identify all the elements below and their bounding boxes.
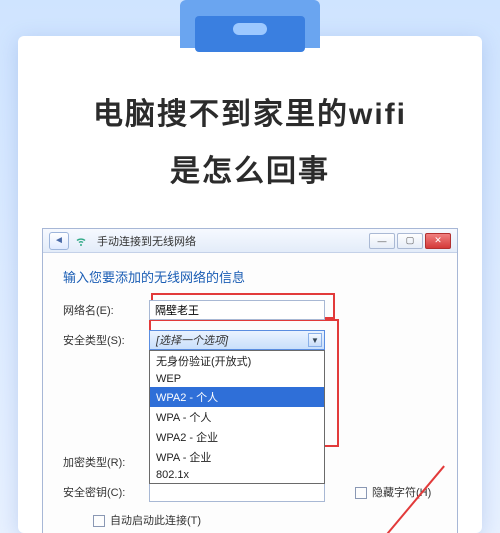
- arrow-left-icon: ◄: [54, 235, 64, 246]
- minimize-icon: —: [378, 236, 387, 246]
- dropdown-option[interactable]: 无身份验证(开放式): [150, 351, 324, 371]
- dropdown-option[interactable]: WPA - 企业: [150, 447, 324, 467]
- security-type-select[interactable]: [选择一个选项] ▼: [149, 330, 325, 350]
- nav-back-button[interactable]: ◄: [49, 232, 69, 250]
- wifi-icon: [75, 235, 87, 247]
- auto-start-checkbox[interactable]: [93, 515, 105, 527]
- security-type-dropdown: 无身份验证(开放式) WEP WPA2 - 个人 WPA - 个人 WPA2 -…: [149, 350, 325, 484]
- clipboard-clip: [180, 0, 320, 52]
- dropdown-option[interactable]: WPA2 - 企业: [150, 427, 324, 447]
- close-icon: ✕: [434, 235, 442, 246]
- security-type-label: 安全类型(S):: [63, 332, 149, 348]
- network-name-label: 网络名(E):: [63, 302, 149, 318]
- security-key-label: 安全密钥(C):: [63, 484, 149, 500]
- paper-card: 电脑搜不到家里的wifi 是怎么回事 ◄ 手动连接到无线网络 — ▢ ✕ 输入您…: [18, 36, 482, 533]
- breadcrumb-text: 手动连接到无线网络: [97, 233, 196, 249]
- encryption-type-label: 加密类型(R):: [63, 454, 149, 470]
- dropdown-option[interactable]: WEP: [150, 371, 324, 387]
- dialog-heading: 输入您要添加的无线网络的信息: [63, 267, 437, 286]
- title-line-2: 是怎么回事: [18, 143, 482, 200]
- article-title: 电脑搜不到家里的wifi 是怎么回事: [18, 86, 482, 200]
- dialog-window: ◄ 手动连接到无线网络 — ▢ ✕ 输入您要添加的无线网络的信息 网络名(E):…: [42, 228, 458, 533]
- hide-chars-checkbox[interactable]: [355, 487, 367, 499]
- window-header: ◄ 手动连接到无线网络 — ▢ ✕: [43, 229, 457, 253]
- minimize-button[interactable]: —: [369, 233, 395, 249]
- window-body: 输入您要添加的无线网络的信息 网络名(E): 安全类型(S): [选择一个选项]…: [43, 253, 457, 533]
- hide-chars-label: 隐藏字符(H): [372, 487, 431, 499]
- chevron-down-icon: ▼: [308, 333, 322, 347]
- security-type-selected: [选择一个选项]: [156, 332, 228, 348]
- network-name-input[interactable]: [149, 300, 325, 320]
- maximize-icon: ▢: [406, 235, 415, 246]
- dropdown-option[interactable]: WPA - 个人: [150, 407, 324, 427]
- security-key-input[interactable]: [149, 482, 325, 502]
- close-button[interactable]: ✕: [425, 233, 451, 249]
- maximize-button[interactable]: ▢: [397, 233, 423, 249]
- title-line-1: 电脑搜不到家里的wifi: [18, 86, 482, 143]
- dropdown-option[interactable]: 802.1x: [150, 467, 324, 483]
- auto-start-label: 自动启动此连接(T): [110, 515, 201, 527]
- dropdown-option[interactable]: WPA2 - 个人: [150, 387, 324, 407]
